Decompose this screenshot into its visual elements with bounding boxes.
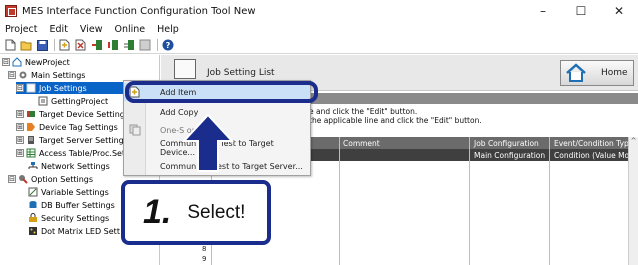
tree-expander[interactable]: ⊞ [16,136,24,144]
tree-item-label: DB Buffer Settings [41,200,115,210]
maximize-button[interactable]: ☐ [562,0,600,22]
tree-item-network-settings[interactable]: Network Settings [28,160,110,172]
new-project-icon[interactable] [3,39,17,52]
callout-text: Select! [187,201,246,223]
app-icon [5,5,17,17]
menu-view[interactable]: View [80,24,103,35]
description-text: e and click the "Edit" button. the appli… [309,107,482,125]
device-icon [27,111,35,117]
delete-icon[interactable] [74,39,88,52]
tree-expander[interactable]: ⊞ [16,123,24,131]
tree-item-newproject[interactable]: ⊟ NewProject [2,56,70,68]
tree-item-label: NewProject [25,57,70,67]
online-icon[interactable] [138,39,152,52]
tree-item-gettingproject[interactable]: GettingProject [38,95,108,107]
menu-help[interactable]: Help [157,24,179,35]
toolbar-separator [54,39,55,51]
tree-item-job-settings[interactable]: ⊟ Job Settings [16,82,126,94]
table-icon [26,148,36,158]
close-button[interactable]: ✕ [600,0,638,22]
menu-online[interactable]: Online [114,24,145,35]
add-item-icon[interactable] [58,39,72,52]
tree-expander[interactable]: ⊟ [16,84,24,92]
tree-item-option-settings[interactable]: ⊟ Option Settings [8,173,93,185]
verify-icon[interactable] [122,39,136,52]
tree-expander[interactable]: ⊞ [16,149,24,157]
highlight-box [125,81,318,103]
network-icon [28,162,38,169]
tree-item-label: GettingProject [51,96,109,106]
grid-divider [339,137,340,265]
tree-item-label: Device Tag Settings [39,122,118,132]
up-arrow-icon [182,113,234,172]
home-label: Home [601,68,628,78]
home-icon [566,63,586,82]
tree-item-label: Target Device Settings [39,109,130,119]
tree-item-device-tag-settings[interactable]: ⊞ Device Tag Settings [16,121,118,133]
grid-divider [469,137,470,265]
tree-item-security-settings[interactable]: Security Settings [28,212,109,224]
tree-expander[interactable]: ⊞ [16,110,24,118]
tree-item-label: Variable Settings [41,187,109,197]
menu-project[interactable]: Project [5,24,38,35]
variable-icon [28,187,38,197]
job-settings-icon [26,83,36,93]
vertical-scrollbar[interactable]: ^ [628,137,638,265]
read-icon[interactable] [90,39,104,52]
tree-item-access-table[interactable]: ⊞ Access Table/Proc.Set [16,147,125,159]
grid-divider [549,137,550,265]
tree-item-label: Network Settings [41,161,110,171]
menu-edit[interactable]: Edit [50,24,68,35]
database-icon [29,201,37,208]
open-icon[interactable] [19,39,33,52]
instruction-callout: 1. Select! [121,180,271,245]
svg-text:?: ? [166,41,171,50]
tree-item-label: Job Settings [39,83,87,93]
server-icon [28,136,34,144]
option-icon [19,175,28,184]
row-number: 9 [202,255,207,263]
tree-expander[interactable]: ⊟ [8,175,16,183]
job-list-icon [174,59,196,79]
window-title: MES Interface Function Configuration Too… [22,5,256,17]
scroll-up-icon[interactable]: ^ [629,137,638,145]
tree-item-label: Main Settings [31,70,86,80]
home-button[interactable]: Home [560,60,634,86]
home-icon [12,57,22,67]
toolbar: ? [0,37,638,54]
tree-item-label: Security Settings [41,213,110,223]
tree-item-db-buffer-settings[interactable]: DB Buffer Settings [28,199,115,211]
description-line: e and click the "Edit" button. [309,107,418,116]
menu-bar: Project Edit View Online Help [0,22,638,37]
tree-item-main-settings[interactable]: ⊟ Main Settings [8,69,85,81]
help-icon[interactable]: ? [161,39,175,52]
write-icon[interactable] [106,39,120,52]
description-line: the applicable line and click the "Edit"… [309,116,482,125]
tree-item-label: Option Settings [31,174,94,184]
page-title: Job Setting List [207,68,275,78]
tree-expander[interactable]: ⊟ [2,58,10,66]
tree-item-target-server-settings[interactable]: ⊞ Target Server Settings [16,134,128,146]
row-number: 8 [202,245,207,253]
security-icon [29,213,37,222]
toolbar-separator [157,39,158,51]
minimize-button[interactable]: – [524,0,562,22]
tree-item-target-device-settings[interactable]: ⊞ Target Device Settings [16,108,129,120]
tree-item-variable-settings[interactable]: Variable Settings [28,186,109,198]
copy-icon [129,124,141,136]
tree-item-dot-matrix-led[interactable]: Dot Matrix LED Sett [28,225,120,237]
window-controls: – ☐ ✕ [524,0,638,22]
tree-item-label: Target Server Settings [39,135,128,145]
tree-item-label: Dot Matrix LED Sett [41,226,120,236]
tree-expander[interactable]: ⊟ [8,71,16,79]
callout-step-number: 1. [143,193,172,231]
job-icon [38,96,48,106]
title-bar: MES Interface Function Configuration Too… [0,0,638,22]
tag-icon [27,123,35,131]
led-icon [29,227,37,235]
tree-item-label: Access Table/Proc.Set [39,148,126,158]
gear-icon [19,71,27,79]
save-icon[interactable] [35,39,49,52]
